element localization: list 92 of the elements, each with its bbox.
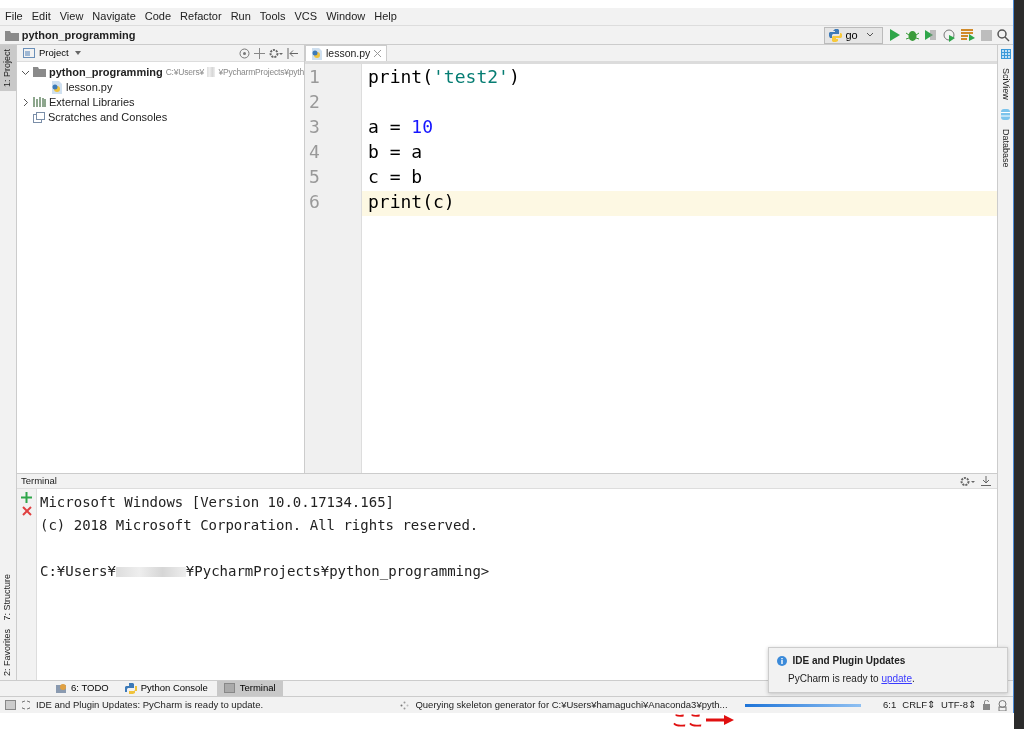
notification-title: IDE and Plugin Updates xyxy=(792,654,906,668)
lock-icon[interactable] xyxy=(982,700,991,710)
terminal-text: C:¥Users¥ xyxy=(40,562,116,581)
tool-window-tab[interactable]: SciView xyxy=(997,65,1014,103)
tool-window-tab[interactable]: 1: Project xyxy=(0,45,16,92)
gear-icon[interactable] xyxy=(960,475,975,487)
menu-item[interactable]: Navigate xyxy=(92,9,136,24)
folder-icon xyxy=(33,67,46,78)
menu-item[interactable]: Run xyxy=(230,9,251,24)
python-icon xyxy=(124,683,137,694)
python-icon xyxy=(828,28,842,42)
tree-item[interactable]: python_programming xyxy=(49,64,163,81)
add-icon[interactable] xyxy=(21,492,32,503)
code-line: print('test2') xyxy=(367,66,521,89)
caret-icon xyxy=(72,50,83,56)
python-file-icon xyxy=(51,80,63,94)
run-icon[interactable] xyxy=(888,29,901,41)
run-config-dropdown[interactable]: go xyxy=(823,26,883,44)
project-icon xyxy=(23,48,35,58)
grid-icon xyxy=(1000,49,1011,59)
run-list-icon[interactable] xyxy=(961,29,976,41)
tool-window-tab[interactable]: Database xyxy=(997,125,1014,171)
update-link[interactable]: update xyxy=(881,672,912,684)
line-number: 1 xyxy=(308,66,321,89)
terminal-icon xyxy=(223,683,236,694)
menu-item[interactable]: Tools xyxy=(259,9,286,24)
tool-window-tab[interactable]: Terminal xyxy=(216,681,283,696)
menu-item[interactable]: View xyxy=(59,9,84,24)
menu-item[interactable]: Edit xyxy=(31,9,51,24)
tree-item[interactable]: External Libraries xyxy=(49,94,135,111)
inspector-icon[interactable] xyxy=(997,699,1008,711)
tool-window-tab[interactable]: 2: Favorites xyxy=(0,624,16,680)
tool-window-tab[interactable]: 6: TODO xyxy=(48,681,116,696)
profile-icon[interactable] xyxy=(942,28,956,42)
menu-item[interactable]: File xyxy=(5,9,23,24)
hide-icon[interactable] xyxy=(287,47,298,59)
terminal-text: (c) 2018 Microsoft Corporation. All rights reserved. xyxy=(40,516,479,535)
tree-item[interactable]: lesson.py xyxy=(66,79,113,96)
caret-position[interactable]: 6:1 xyxy=(883,697,897,713)
editor-tab[interactable]: lesson.py xyxy=(305,45,388,61)
hide-icon[interactable] xyxy=(981,476,991,486)
tool-window-tab[interactable]: 7: Structure xyxy=(0,570,16,625)
library-icon xyxy=(33,97,46,108)
encoding[interactable]: UTF-8⇕ xyxy=(941,697,976,713)
line-separator[interactable]: CRLF⇕ xyxy=(902,697,936,713)
close-icon[interactable] xyxy=(374,50,382,57)
line-number: 5 xyxy=(308,166,321,189)
spinner-icon xyxy=(22,700,30,710)
folder-icon xyxy=(5,29,19,41)
code-line: b = a xyxy=(367,141,424,164)
arrow-icon xyxy=(706,715,734,725)
scratch-icon xyxy=(33,111,45,123)
info-icon xyxy=(777,655,787,666)
path-text: C:¥Users¥ xyxy=(165,65,205,79)
menu-item[interactable]: Code xyxy=(144,9,172,24)
redacted-text xyxy=(207,67,216,78)
line-number: 6 xyxy=(308,191,321,214)
line-number: 2 xyxy=(308,91,321,114)
bug-icon[interactable] xyxy=(905,29,919,41)
terminal-text: ¥PycharmProjects¥python_programming> xyxy=(185,562,490,582)
menu-item[interactable]: Help xyxy=(374,9,397,24)
spinner-icon xyxy=(400,700,410,710)
line-number: 3 xyxy=(308,116,321,139)
panel-title: Terminal xyxy=(21,473,57,488)
gear-icon[interactable] xyxy=(269,47,283,59)
terminal-text: Microsoft Windows [Version 10.0.17134.165] xyxy=(40,493,394,512)
status-message[interactable]: IDE and Plugin Updates: PyCharm is ready to update. xyxy=(36,697,264,713)
code-line: c = b xyxy=(367,166,424,189)
line-number: 4 xyxy=(308,141,321,164)
locate-icon[interactable] xyxy=(239,47,250,59)
menu-item[interactable]: Window xyxy=(326,9,366,24)
search-icon[interactable] xyxy=(997,28,1011,42)
redacted-text xyxy=(115,566,186,577)
breadcrumb-item[interactable]: python_programming xyxy=(21,26,136,44)
database-icon xyxy=(1001,108,1010,120)
python-file-icon xyxy=(311,47,322,60)
menu-item[interactable]: Refactor xyxy=(180,9,222,24)
annotation-text: ここ xyxy=(672,712,704,728)
project-view-dropdown[interactable]: Project xyxy=(39,45,83,61)
notification-message: PyCharm is ready to update. xyxy=(787,671,916,686)
todo-icon xyxy=(55,683,67,694)
tool-window-tab[interactable]: Python Console xyxy=(117,681,215,696)
path-text: ¥PycharmProjects¥pyth xyxy=(218,65,304,79)
panel-toggle-icon[interactable] xyxy=(5,700,16,710)
coverage-icon[interactable] xyxy=(924,29,938,41)
status-task: Querying skeleton generator for C:¥Users¥hamaguchi¥Anaconda3¥pyth... xyxy=(415,697,728,712)
close-icon[interactable] xyxy=(21,506,32,516)
code-line: a = 10 xyxy=(367,116,435,139)
collapse-icon[interactable] xyxy=(254,47,265,59)
tree-item[interactable]: Scratches and Consoles xyxy=(48,109,168,126)
stop-icon[interactable] xyxy=(980,29,992,41)
menu-item[interactable]: VCS xyxy=(294,9,318,24)
